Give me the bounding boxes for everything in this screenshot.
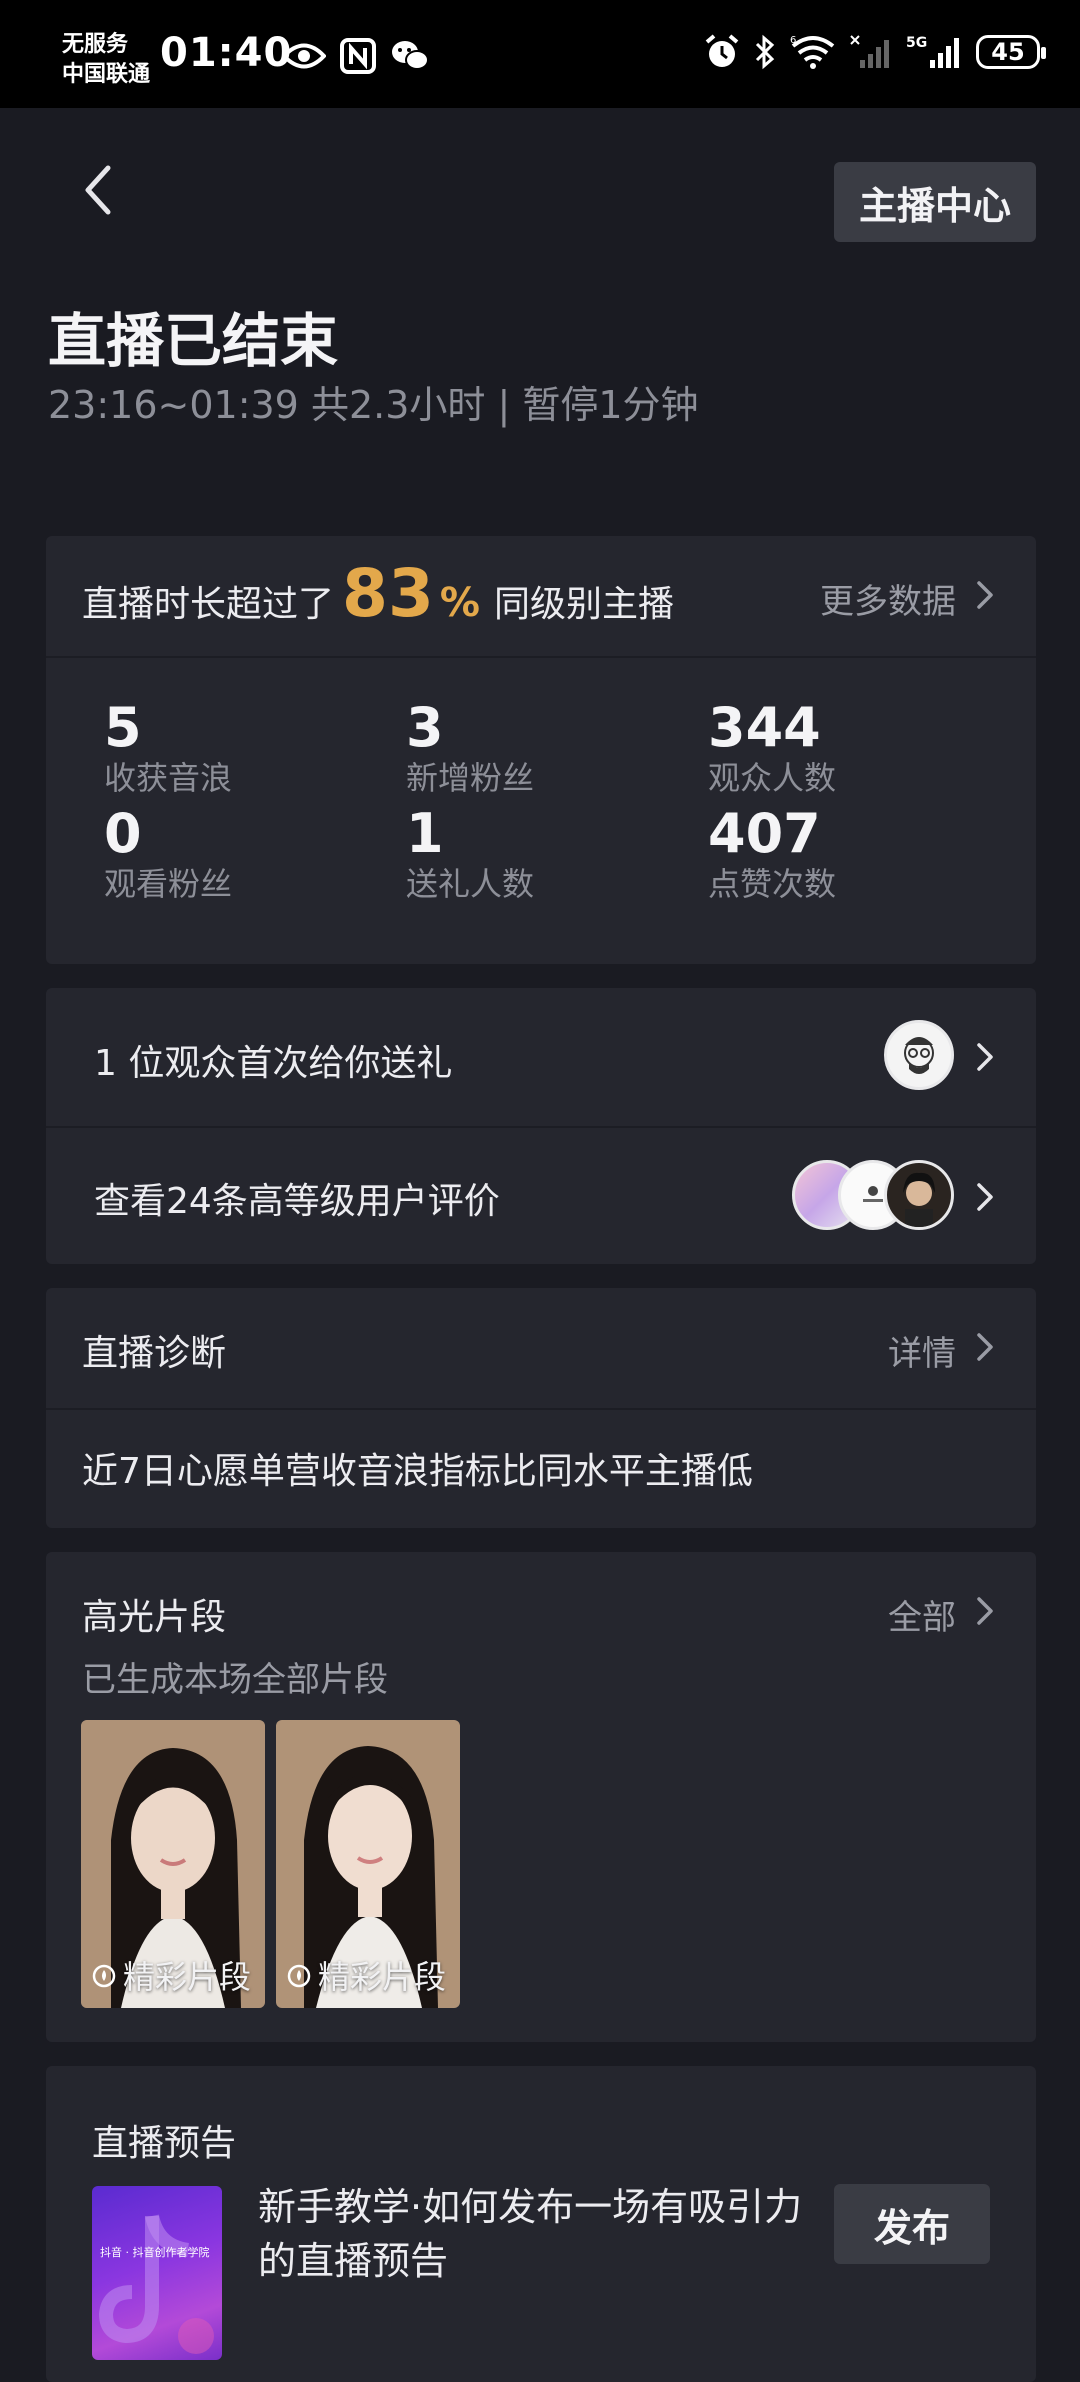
avatar-portrait-icon <box>903 1172 935 1227</box>
rank-percent: 83 <box>342 555 434 632</box>
more-data-link[interactable]: 更多数据 <box>820 574 956 623</box>
wifi-icon: 6 <box>790 35 835 69</box>
stat-label: 点赞次数 <box>708 865 837 903</box>
divider <box>46 656 1036 658</box>
stat-item: 1 送礼人数 <box>406 804 686 904</box>
rank-prefix: 直播时长超过了 <box>82 584 335 625</box>
clip-label-text: 精彩片段 <box>318 1958 447 1996</box>
flame-icon <box>287 1964 311 1988</box>
live-preview-card: 直播预告 抖音 · 抖音创作者学院 新手教学·如何发布一场有吸引力的直播预告 发… <box>46 2066 1036 2382</box>
stat-item: 3 新增粉丝 <box>406 698 686 798</box>
reviews-row[interactable]: 查看24条高等级用户评价 <box>46 1128 1036 1264</box>
page-title: 直播已结束 <box>48 307 339 375</box>
highlights-subtitle: 已生成本场全部片段 <box>82 1660 388 1700</box>
highlight-clip[interactable]: 精彩片段 <box>276 1720 460 2008</box>
signal-label: 5G <box>906 35 927 51</box>
chevron-left-icon <box>85 165 111 215</box>
tiktok-logo-icon <box>98 2214 214 2354</box>
chevron-right-icon[interactable] <box>970 578 1000 612</box>
divider <box>46 1408 1036 1410</box>
highlights-card: 高光片段 全部 已生成本场全部片段 精彩片段 精彩片段 <box>46 1552 1036 2042</box>
reviews-text: 查看24条高等级用户评价 <box>94 1181 500 1222</box>
diagnosis-details-link[interactable]: 详情 <box>888 1326 956 1375</box>
notification-icons <box>282 38 430 74</box>
chevron-right-icon[interactable] <box>970 1594 1000 1628</box>
diagnosis-title: 直播诊断 <box>82 1333 227 1374</box>
back-button[interactable] <box>72 160 132 220</box>
stat-label: 观众人数 <box>708 759 837 797</box>
avatar <box>884 1160 954 1230</box>
publish-button[interactable]: 发布 <box>834 2184 990 2264</box>
chevron-right-icon[interactable] <box>970 1330 1000 1364</box>
carrier-status: 无服务 <box>62 32 129 57</box>
stat-value: 3 <box>406 696 444 759</box>
streamer-center-button[interactable]: 主播中心 <box>834 162 1036 242</box>
audience-card: 1 位观众首次给你送礼 查看24条高等级用户评价 <box>46 988 1036 1264</box>
highlight-clip[interactable]: 精彩片段 <box>81 1720 265 2008</box>
signal-off-icon <box>850 35 889 68</box>
clock: 01:40 <box>160 30 293 76</box>
battery-level: 45 <box>991 38 1025 66</box>
stream-time-info: 23:16~01:39 共2.3小时 | 暂停1分钟 <box>48 383 699 427</box>
battery-indicator: 45 <box>976 35 1046 69</box>
highlights-title: 高光片段 <box>82 1597 227 1638</box>
stat-item: 5 收获音浪 <box>104 698 384 798</box>
clip-label: 精彩片段 <box>286 1952 446 1998</box>
stats-card: 直播时长超过了 83 % 同级别主播 更多数据 5 收获音浪 3 新增粉丝 34… <box>46 536 1036 964</box>
carrier-name: 中国联通 <box>62 62 151 87</box>
wifi-label: 6 <box>790 35 796 46</box>
first-gift-row[interactable]: 1 位观众首次给你送礼 <box>46 988 1036 1126</box>
wechat-icon <box>392 41 429 70</box>
avatar <box>884 1020 954 1090</box>
duration-rank: 直播时长超过了 83 % 同级别主播 <box>82 554 674 634</box>
carrier-info: 无服务 中国联通 <box>62 30 150 90</box>
diagnosis-card: 直播诊断 详情 近7日心愿单营收音浪指标比同水平主播低 <box>46 1288 1036 1528</box>
signal-5g-icon: 5G <box>906 35 959 68</box>
stat-label: 收获音浪 <box>104 759 233 797</box>
preview-thumbnail[interactable]: 抖音 · 抖音创作者学院 <box>92 2186 222 2360</box>
chevron-right-icon <box>977 1043 993 1071</box>
stat-item: 0 观看粉丝 <box>104 804 384 904</box>
stat-value: 5 <box>104 696 142 759</box>
highlights-all-link[interactable]: 全部 <box>888 1590 956 1639</box>
alarm-icon <box>705 34 739 67</box>
bluetooth-icon <box>755 34 775 70</box>
stat-value: 407 <box>708 802 821 865</box>
first-gift-text: 1 位观众首次给你送礼 <box>94 1043 453 1084</box>
preview-description: 新手教学·如何发布一场有吸引力的直播预告 <box>258 2185 803 2283</box>
nfc-icon <box>340 38 376 74</box>
clip-label-text: 精彩片段 <box>123 1958 252 1996</box>
stat-item: 344 观众人数 <box>708 698 988 798</box>
preview-title: 直播预告 <box>92 2123 237 2164</box>
rank-suffix: 同级别主播 <box>493 584 674 625</box>
stat-value: 344 <box>708 696 821 759</box>
stat-item: 407 点赞次数 <box>708 804 988 904</box>
avatar-sketch-icon <box>904 1037 934 1074</box>
stat-label: 送礼人数 <box>406 865 535 903</box>
stat-label: 观看粉丝 <box>104 865 233 903</box>
stat-label: 新增粉丝 <box>406 759 535 797</box>
status-bar: 无服务 中国联通 01:40 6 5G 45 <box>0 0 1080 108</box>
diagnosis-message: 近7日心愿单营收音浪指标比同水平主播低 <box>82 1451 753 1492</box>
rank-percent-unit: % <box>439 580 480 626</box>
flame-icon <box>92 1964 116 1988</box>
chevron-right-icon <box>977 1183 993 1211</box>
system-icons: 6 5G 45 <box>704 34 1046 70</box>
preview-image-caption: 抖音 · 抖音创作者学院 <box>100 2246 210 2259</box>
eye-icon <box>282 43 326 69</box>
stat-value: 0 <box>104 802 142 865</box>
clip-label: 精彩片段 <box>91 1952 251 1998</box>
stat-value: 1 <box>406 802 444 865</box>
